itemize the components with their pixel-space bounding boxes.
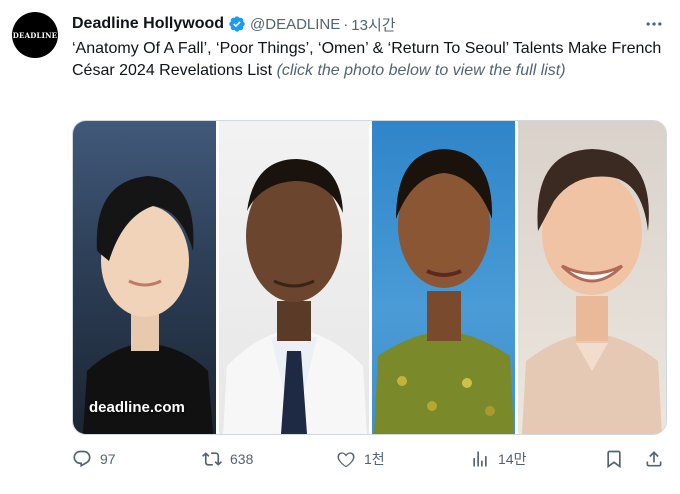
photo-1[interactable]: deadline.com [73,121,216,434]
like-icon [337,452,355,468]
tweet-text: ‘Anatomy Of A Fall’, ‘Poor Things’, ‘Ome… [72,38,668,82]
bookmark-icon [607,450,621,469]
repost-button[interactable]: 638 [202,445,253,473]
reply-icon [73,450,91,468]
person-4-illustration [522,149,662,434]
avatar[interactable]: DEADLINE [12,12,58,58]
media-watermark: deadline.com [89,399,185,416]
more-icon[interactable] [644,14,664,37]
verified-badge-icon [229,16,245,32]
handle[interactable]: @DEADLINE [250,16,340,33]
timestamp[interactable]: 13시간 [351,14,395,35]
reply-count: 97 [100,451,116,467]
action-bar: 97 638 1천 14만 [72,445,668,473]
repost-icon [202,452,222,466]
bookmark-button[interactable] [604,445,624,473]
photo-2[interactable] [216,121,369,434]
separator-dot: · [343,15,349,33]
photo-4[interactable] [515,121,666,434]
display-name[interactable]: Deadline Hollywood [72,15,224,33]
share-icon [646,451,662,467]
tweet-media[interactable]: deadline.com [72,120,667,435]
views-icon [473,451,487,467]
views-button[interactable]: 14만 [470,445,526,473]
views-count: 14만 [498,451,527,467]
reply-button[interactable]: 97 [72,445,116,473]
photo-3[interactable] [369,121,515,434]
like-button[interactable]: 1천 [336,445,385,473]
share-button[interactable] [644,445,664,473]
person-1-illustration [83,176,213,434]
repost-count: 638 [230,451,254,467]
tweet-text-note: (click the photo below to view the full … [276,62,566,79]
tweet-header: Deadline Hollywood @DEADLINE · 13시간 [72,13,664,35]
person-3-illustration [374,149,514,434]
person-2-illustration [223,159,367,434]
like-count: 1천 [364,451,385,467]
